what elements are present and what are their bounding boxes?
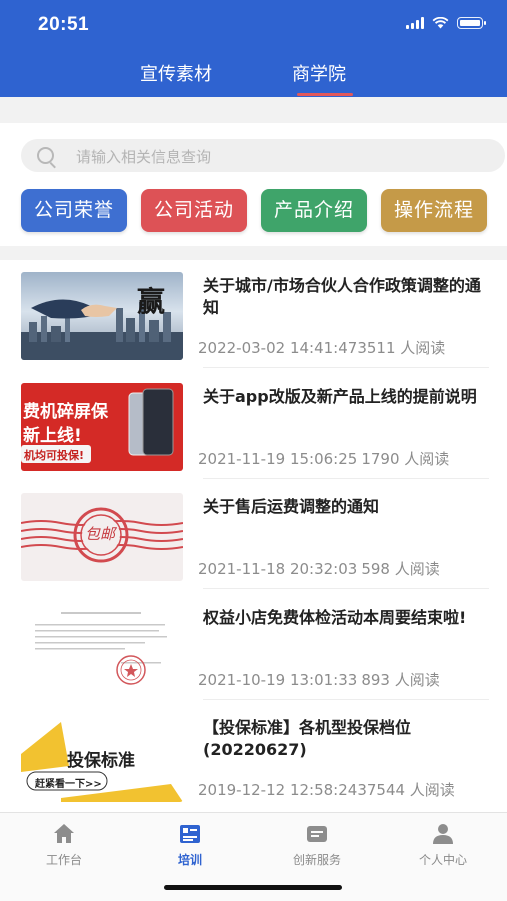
app-header: 20:51 宣传素材 商学院 bbox=[0, 0, 507, 97]
category-company-events-button[interactable]: 公司活动 bbox=[141, 189, 247, 232]
article-views: 893 人阅读 bbox=[361, 671, 440, 689]
nav-label: 工作台 bbox=[45, 853, 82, 867]
nav-personal-center[interactable]: 个人中心 bbox=[398, 821, 488, 868]
tab-promo-materials[interactable]: 宣传素材 bbox=[140, 60, 212, 86]
article-views: 1790 人阅读 bbox=[361, 450, 450, 468]
nav-label: 个人中心 bbox=[418, 853, 467, 867]
section-gap bbox=[0, 97, 507, 123]
article-meta: 2022-03-02 14:41:473511 人阅读 bbox=[198, 337, 503, 358]
divider bbox=[203, 699, 489, 700]
article-views: 3511 人阅读 bbox=[357, 339, 446, 357]
article-date: 2021-11-19 15:06:25 bbox=[198, 450, 358, 468]
article-thumbnail: 包邮 bbox=[21, 493, 183, 581]
status-icons bbox=[406, 17, 486, 29]
article-title: 权益小店免费体检活动本周要结束啦! bbox=[203, 608, 467, 627]
article-item[interactable]: 权益小店免费体检活动本周要结束啦! 2021-10-19 13:01:33 893… bbox=[0, 596, 507, 706]
article-views: 37544 人阅读 bbox=[357, 781, 455, 799]
article-item[interactable]: 包邮 关于售后运费调整的通知 2021-11-18 20:32:03 598 人阅… bbox=[0, 485, 507, 595]
article-date: 2022-03-02 14:41:47 bbox=[198, 339, 358, 357]
service-icon bbox=[307, 826, 327, 842]
article-meta: 2021-11-18 20:32:03 598 人阅读 bbox=[198, 558, 503, 579]
article-item[interactable]: 赢 关于城市/市场合伙人合作政策调整的通知 2022-03-02 14:41:4… bbox=[0, 264, 507, 374]
battery-icon bbox=[457, 17, 486, 29]
thumbnail-caption: 新上线! bbox=[23, 426, 82, 446]
search-input[interactable]: 请输入相关信息查询 bbox=[21, 139, 505, 172]
divider bbox=[203, 588, 489, 589]
section-gap bbox=[0, 246, 507, 260]
person-icon bbox=[433, 824, 453, 844]
thumbnail-caption: 赶紧看一下>> bbox=[35, 779, 102, 790]
divider bbox=[203, 367, 489, 368]
article-date: 2019-12-12 12:58:24 bbox=[198, 781, 358, 799]
article-meta: 2021-10-19 13:01:33 893 人阅读 bbox=[198, 669, 503, 690]
nav-label: 培训 bbox=[177, 853, 202, 867]
category-company-honors-button[interactable]: 公司荣誉 bbox=[21, 189, 127, 232]
article-title: 【投保标准】各机型投保档位(20220627) bbox=[203, 718, 412, 759]
article-thumbnail: 赢 bbox=[21, 272, 183, 360]
nav-innovation-services[interactable]: 创新服务 bbox=[272, 821, 362, 868]
article-item[interactable]: 投保标准 赶紧看一下>> 【投保标准】各机型投保档位(20220627) 201… bbox=[0, 706, 507, 816]
tab-business-school[interactable]: 商学院 bbox=[292, 60, 346, 86]
search-icon bbox=[37, 147, 54, 164]
home-icon bbox=[54, 824, 74, 843]
nav-training[interactable]: 培训 bbox=[145, 821, 235, 868]
article-date: 2021-10-19 13:01:33 bbox=[198, 671, 358, 689]
article-item[interactable]: 费机碎屏保 新上线! 机均可投保! 关于app改版及新产品上线的提前说明 202… bbox=[0, 375, 507, 485]
article-meta: 2021-11-19 15:06:25 1790 人阅读 bbox=[198, 448, 503, 469]
thumbnail-caption: 机均可投保! bbox=[24, 449, 85, 462]
article-thumbnail bbox=[21, 604, 183, 692]
thumbnail-caption: 包邮 bbox=[85, 525, 116, 543]
divider bbox=[203, 478, 489, 479]
thumbnail-caption: 赢 bbox=[137, 285, 166, 318]
training-icon bbox=[180, 825, 200, 843]
article-meta: 2019-12-12 12:58:2437544 人阅读 bbox=[198, 779, 503, 800]
thumbnail-caption: 费机碎屏保 bbox=[23, 402, 108, 422]
category-operation-flow-button[interactable]: 操作流程 bbox=[381, 189, 487, 232]
article-title: 关于城市/市场合伙人合作政策调整的通知 bbox=[203, 276, 481, 317]
nav-label: 创新服务 bbox=[292, 853, 341, 867]
home-indicator bbox=[164, 885, 342, 890]
article-thumbnail: 费机碎屏保 新上线! 机均可投保! bbox=[21, 383, 183, 471]
top-tabs: 宣传素材 商学院 bbox=[0, 60, 507, 97]
article-title: 关于售后运费调整的通知 bbox=[203, 497, 380, 516]
article-date: 2021-11-18 20:32:03 bbox=[198, 560, 358, 578]
nav-workbench[interactable]: 工作台 bbox=[19, 821, 109, 868]
search-placeholder: 请输入相关信息查询 bbox=[76, 148, 212, 166]
wifi-icon bbox=[432, 17, 449, 29]
active-tab-indicator bbox=[297, 93, 353, 96]
category-product-intro-button[interactable]: 产品介绍 bbox=[261, 189, 367, 232]
signal-icon bbox=[406, 17, 424, 29]
article-title: 关于app改版及新产品上线的提前说明 bbox=[203, 387, 477, 406]
article-thumbnail: 投保标准 赶紧看一下>> bbox=[21, 714, 183, 802]
article-views: 598 人阅读 bbox=[361, 560, 440, 578]
thumbnail-caption: 投保标准 bbox=[67, 751, 135, 771]
status-time: 20:51 bbox=[38, 14, 90, 35]
